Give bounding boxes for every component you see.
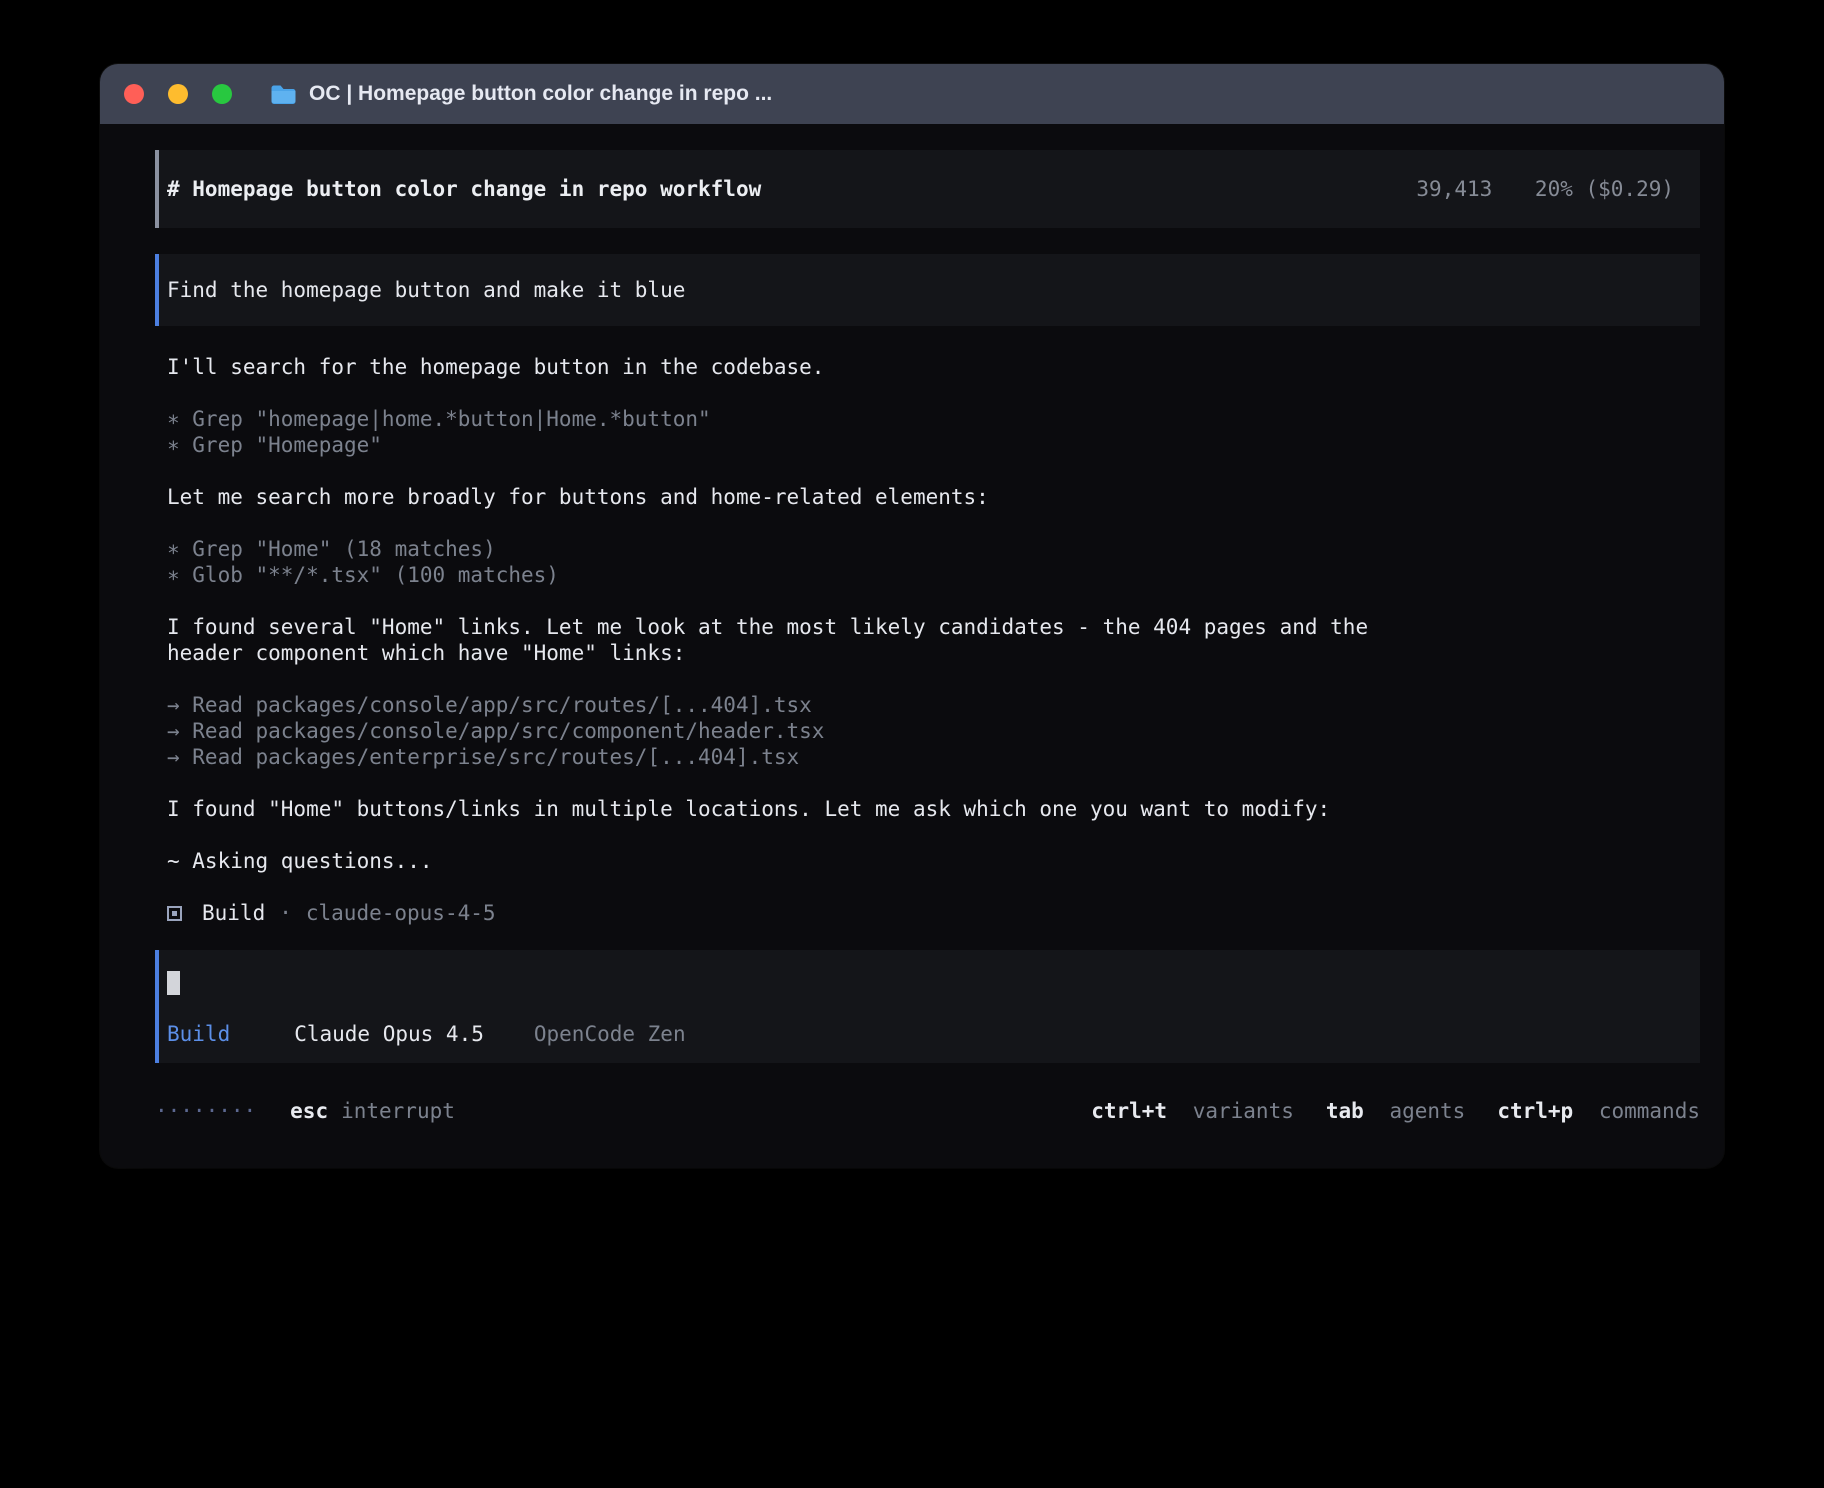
model-name: Claude Opus 4.5 (294, 1021, 484, 1047)
context-cost: 20% ($0.29) (1535, 177, 1674, 201)
shortcut-commands: ctrl+p commands (1497, 1098, 1700, 1124)
agent-square-icon (167, 906, 182, 921)
minimize-window-button[interactable] (168, 84, 188, 104)
terminal-content: # Homepage button color change in repo w… (100, 124, 1724, 1168)
esc-key-label: interrupt (341, 1098, 455, 1124)
mode-label[interactable]: Build (167, 1021, 230, 1047)
status-message: ~ Asking questions... (155, 848, 1700, 874)
terminal-window: OC | Homepage button color change in rep… (100, 64, 1724, 1168)
tool-call-line: ∗ Grep "homepage|home.*button|Home.*butt… (155, 406, 1700, 432)
shortcut-label: commands (1599, 1099, 1700, 1123)
user-message-text: Find the homepage button and make it blu… (167, 277, 685, 303)
tool-call-group: → Read packages/console/app/src/routes/[… (155, 692, 1700, 770)
assistant-message: Let me search more broadly for buttons a… (155, 484, 1700, 510)
folder-icon (270, 84, 297, 105)
shortcut-key: ctrl+t (1091, 1099, 1167, 1123)
agent-name: Build (202, 900, 265, 926)
shortcut-label: variants (1193, 1099, 1294, 1123)
shortcut-key: ctrl+p (1497, 1099, 1573, 1123)
shortcut-hints: ctrl+t variants tab agents ctrl+p comman… (1091, 1098, 1700, 1124)
assistant-message: I found several "Home" links. Let me loo… (155, 614, 1406, 666)
tool-call-line: ∗ Grep "Home" (18 matches) (155, 536, 1700, 562)
token-count: 39,413 (1416, 177, 1492, 201)
window-title: OC | Homepage button color change in rep… (309, 82, 772, 106)
agent-separator: · (279, 900, 292, 926)
read-tool-line: → Read packages/console/app/src/routes/[… (155, 692, 1700, 718)
session-header: # Homepage button color change in repo w… (155, 150, 1700, 228)
session-title: # Homepage button color change in repo w… (167, 176, 761, 202)
agent-badge: Build · claude-opus-4-5 (155, 900, 1700, 926)
user-message: Find the homepage button and make it blu… (155, 254, 1700, 326)
close-window-button[interactable] (124, 84, 144, 104)
shortcut-key: tab (1326, 1099, 1364, 1123)
shortcut-variants: ctrl+t variants (1091, 1098, 1294, 1124)
prompt-input[interactable]: Build Claude Opus 4.5 OpenCode Zen (155, 950, 1700, 1063)
esc-key-hint: esc (290, 1098, 328, 1124)
assistant-message: I found "Home" buttons/links in multiple… (155, 796, 1700, 822)
read-tool-line: → Read packages/enterprise/src/routes/[.… (155, 744, 1700, 770)
session-meta: 39,413 20% ($0.29) (1416, 176, 1674, 202)
input-status-row: Build Claude Opus 4.5 OpenCode Zen (167, 1021, 1674, 1047)
status-bar: ········ esc interrupt ctrl+t variants t… (155, 1098, 1700, 1124)
read-tool-line: → Read packages/console/app/src/componen… (155, 718, 1700, 744)
tool-call-line: ∗ Glob "**/*.tsx" (100 matches) (155, 562, 1700, 588)
agent-model: claude-opus-4-5 (306, 900, 496, 926)
prompt-cursor-line[interactable] (167, 970, 1674, 996)
tool-call-group: ∗ Grep "homepage|home.*button|Home.*butt… (155, 406, 1700, 458)
titlebar[interactable]: OC | Homepage button color change in rep… (100, 64, 1724, 124)
text-cursor (167, 971, 180, 995)
tool-call-group: ∗ Grep "Home" (18 matches) ∗ Glob "**/*.… (155, 536, 1700, 588)
shortcut-label: agents (1389, 1099, 1465, 1123)
assistant-message: I'll search for the homepage button in t… (155, 354, 1700, 380)
tool-call-line: ∗ Grep "Homepage" (155, 432, 1700, 458)
shortcut-agents: tab agents (1326, 1098, 1465, 1124)
provider-name: OpenCode Zen (534, 1021, 686, 1047)
zoom-window-button[interactable] (212, 84, 232, 104)
spinner-dots: ········ (155, 1098, 256, 1124)
